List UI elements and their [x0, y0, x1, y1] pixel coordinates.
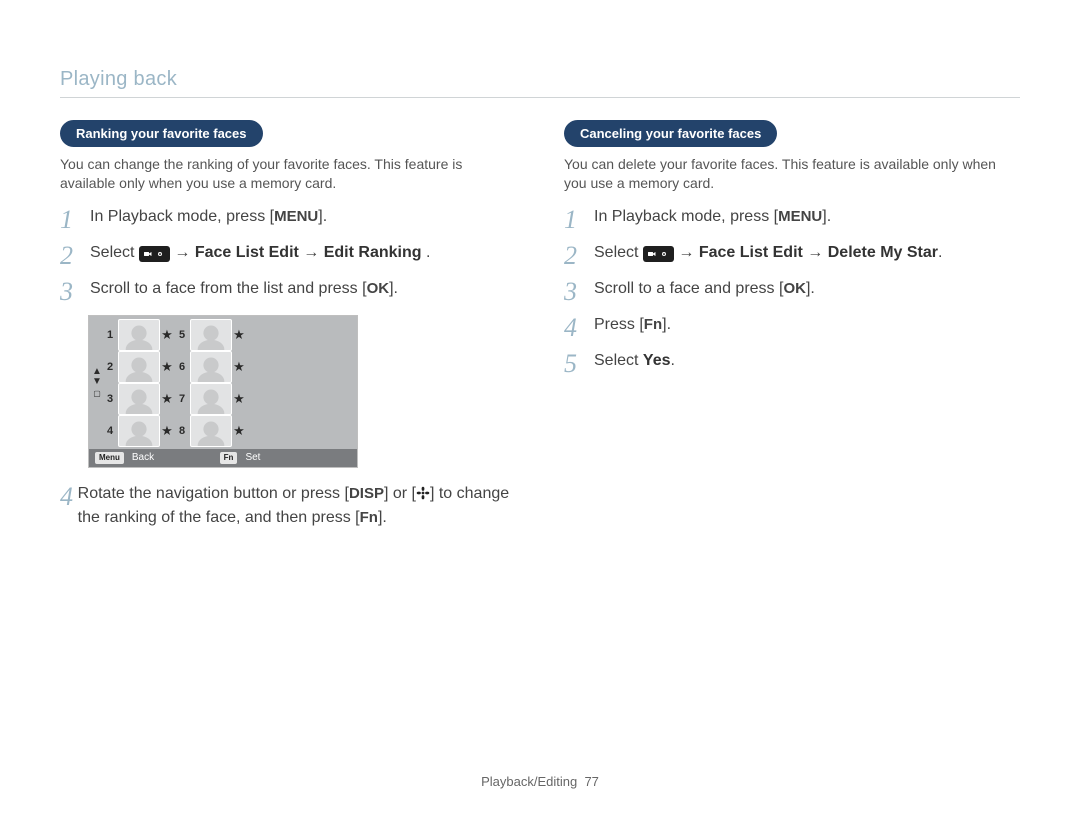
set-label: Set	[245, 452, 260, 463]
rank-cell: 8	[175, 425, 189, 437]
intro-ranking: You can change the ranking of your favor…	[60, 155, 516, 193]
rank-cell: 1	[103, 329, 117, 341]
pill-ranking: Ranking your favorite faces	[60, 120, 263, 147]
right-column: Canceling your favorite faces You can de…	[564, 120, 1020, 538]
left-step-1: 1 In Playback mode, press [MENU].	[60, 205, 516, 233]
rank-cell: 3	[103, 393, 117, 405]
ok-key: OK	[367, 278, 390, 301]
fn-key: Fn	[644, 314, 662, 337]
star-icon: ★	[159, 327, 175, 343]
face-thumb	[118, 415, 160, 447]
ok-key: OK	[783, 278, 806, 301]
rank-cell: 2	[103, 361, 117, 373]
face-thumb	[190, 351, 232, 383]
disp-key: DISP	[349, 483, 384, 506]
left-step-3: 3 Scroll to a face from the list and pre…	[60, 277, 516, 305]
right-step-1: 1 In Playback mode, press [MENU].	[564, 205, 1020, 233]
back-label: Back	[132, 452, 154, 463]
menu-key-badge: Menu	[95, 452, 124, 464]
menu-key: MENU	[274, 206, 318, 229]
face-thumb	[190, 383, 232, 415]
right-step-4: 4 Press [Fn].	[564, 313, 1020, 341]
step-number: 5	[564, 351, 594, 377]
left-column: Ranking your favorite faces You can chan…	[60, 120, 516, 538]
step-number: 4	[564, 315, 594, 341]
figure-footer: Menu Back Fn Set	[89, 449, 357, 467]
right-step-2: 2 Select → Face List Edit → Delete My St…	[564, 241, 1020, 269]
macro-icon	[416, 484, 430, 498]
face-thumb	[190, 319, 232, 351]
star-icon: ★	[231, 391, 247, 407]
star-icon: ★	[159, 359, 175, 375]
star-icon: ★	[159, 391, 175, 407]
face-thumb	[118, 383, 160, 415]
menu-key: MENU	[778, 206, 822, 229]
face-list-figure: ▲▼▢ 1 ★ 5 ★ 2 ★ 6 ★ 3	[88, 315, 358, 468]
scroll-arrows-icon: ▲▼▢	[91, 367, 103, 399]
video-settings-icon	[643, 246, 674, 262]
star-icon: ★	[231, 327, 247, 343]
face-thumb	[118, 319, 160, 351]
section-heading: Playing back	[60, 68, 1020, 91]
right-step-5: 5 Select Yes.	[564, 349, 1020, 377]
star-icon: ★	[159, 423, 175, 439]
right-step-3: 3 Scroll to a face and press [OK].	[564, 277, 1020, 305]
star-icon: ★	[231, 359, 247, 375]
face-thumb	[118, 351, 160, 383]
rank-cell: 4	[103, 425, 117, 437]
pill-canceling: Canceling your favorite faces	[564, 120, 777, 147]
left-step-2: 2 Select → Face List Edit → Edit Ranking…	[60, 241, 516, 269]
rank-cell: 7	[175, 393, 189, 405]
step-number: 3	[60, 279, 90, 305]
footer-page-number: 77	[584, 774, 598, 789]
fn-key-badge: Fn	[220, 452, 238, 464]
face-thumb	[190, 415, 232, 447]
step-number: 2	[60, 243, 90, 269]
step-number: 2	[564, 243, 594, 269]
step-number: 4	[60, 484, 78, 510]
left-step-4: 4 Rotate the navigation button or press …	[60, 482, 516, 530]
rank-cell: 5	[175, 329, 189, 341]
step-number: 1	[564, 207, 594, 233]
step-number: 3	[564, 279, 594, 305]
rank-cell: 6	[175, 361, 189, 373]
intro-canceling: You can delete your favorite faces. This…	[564, 155, 1020, 193]
fn-key: Fn	[360, 507, 378, 530]
page-footer: Playback/Editing 77	[0, 774, 1080, 789]
video-settings-icon	[139, 246, 170, 262]
step-number: 1	[60, 207, 90, 233]
footer-section: Playback/Editing	[481, 774, 577, 789]
star-icon: ★	[231, 423, 247, 439]
divider	[60, 97, 1020, 98]
